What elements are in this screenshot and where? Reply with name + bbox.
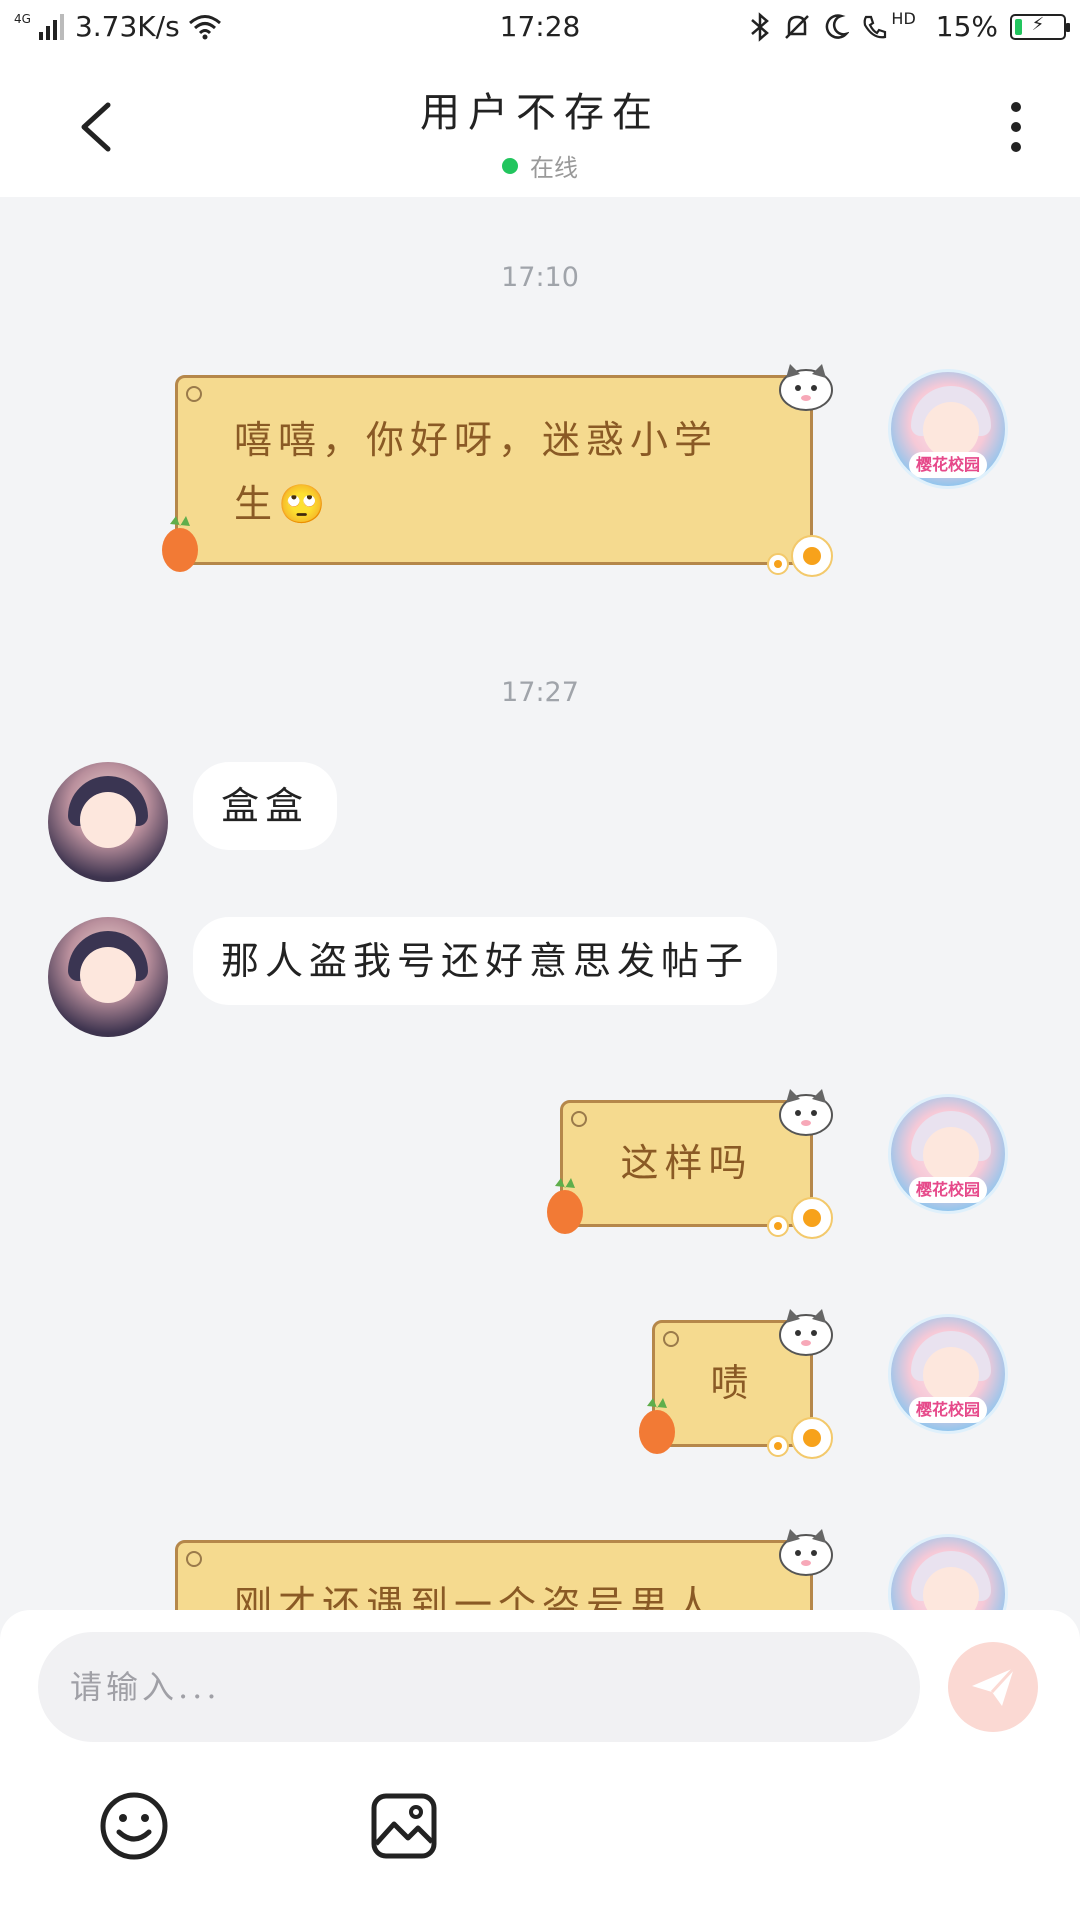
battery-icon: ⚡: [1010, 13, 1070, 40]
avatar-face: [923, 402, 979, 458]
pin-icon: [571, 1111, 587, 1127]
pin-icon: [186, 1551, 202, 1567]
avatar-self[interactable]: 樱花校园: [888, 1094, 1008, 1214]
avatar-other[interactable]: [48, 917, 168, 1037]
battery-percent: 15%: [935, 10, 998, 43]
online-status: 在线: [0, 148, 1080, 183]
avatar-other[interactable]: [48, 762, 168, 882]
avatar-badge: 樱花校园: [909, 1177, 987, 1203]
mute-bell-icon: [785, 14, 810, 39]
message-bubble-other[interactable]: 那人盗我号还好意思发帖子: [193, 917, 778, 1005]
message-bubble-self[interactable]: 啧: [639, 1309, 833, 1459]
emoji-icon: [100, 1792, 168, 1860]
cat-sticker-icon: [779, 364, 833, 411]
pin-icon: [186, 386, 202, 402]
emoji-button[interactable]: [98, 1790, 170, 1862]
egg-flower-icon: [767, 1417, 833, 1459]
hd-call-icon: [863, 15, 887, 38]
egg-flower-icon: [767, 1197, 833, 1239]
carrot-sticker-icon: [162, 516, 198, 572]
message-text: 嘻嘻，你好呀，迷惑小学生🙄: [234, 418, 719, 526]
avatar-badge: 樱花校园: [909, 452, 987, 478]
carrot-sticker-icon: [639, 1398, 675, 1454]
status-bar: 4G 3.73K/s 17:28 HD 15% ⚡: [0, 0, 1080, 52]
image-button[interactable]: [368, 1790, 440, 1862]
avatar-face: [923, 1347, 979, 1403]
cat-sticker-icon: [779, 1089, 833, 1136]
hd-label: HD: [891, 9, 916, 28]
carrot-sticker-icon: [547, 1178, 583, 1234]
more-options-button[interactable]: [996, 97, 1036, 157]
message-bubble-self[interactable]: 刚才还遇到一个盗号男人: [175, 1529, 833, 1610]
chat-header: 用户不存在 在线: [0, 52, 1080, 197]
chat-title: 用户不存在: [420, 90, 660, 136]
avatar-badge: 樱花校园: [909, 1397, 987, 1423]
cat-sticker-icon: [779, 1309, 833, 1356]
online-label: 在线: [530, 154, 578, 182]
send-button[interactable]: [948, 1642, 1038, 1732]
cat-sticker-icon: [779, 1529, 833, 1576]
message-bubble-self[interactable]: 这样吗: [547, 1089, 833, 1239]
message-list[interactable]: 17:10 嘻嘻，你好呀，迷惑小学生🙄 樱花校园 17:27 盒盒 那人盗我号还…: [0, 197, 1080, 1610]
status-right: HD 15% ⚡: [749, 9, 1070, 43]
timestamp: 17:27: [501, 677, 579, 708]
avatar-self[interactable]: [888, 1534, 1008, 1610]
avatar-face: [923, 1127, 979, 1183]
avatar-self[interactable]: 樱花校园: [888, 369, 1008, 489]
message-bubble-self[interactable]: 嘻嘻，你好呀，迷惑小学生🙄: [162, 364, 833, 577]
online-dot: [502, 157, 518, 174]
message-text: 刚才还遇到一个盗号男人: [234, 1583, 719, 1610]
image-icon: [371, 1793, 437, 1859]
egg-flower-icon: [767, 535, 833, 577]
charging-bolt-icon: ⚡: [1031, 13, 1045, 35]
send-icon: [972, 1666, 1016, 1706]
bluetooth-icon: [751, 11, 770, 42]
more-vertical-icon: [1011, 102, 1021, 152]
pin-icon: [663, 1331, 679, 1347]
avatar-face: [80, 947, 136, 1003]
avatar-self[interactable]: 樱花校园: [888, 1314, 1008, 1434]
moon-icon: [826, 13, 850, 39]
avatar-face: [80, 792, 136, 848]
message-input[interactable]: [38, 1632, 920, 1742]
message-composer: [0, 1610, 1080, 1920]
message-bubble-other[interactable]: 盒盒: [193, 762, 338, 850]
title-block: 用户不存在 在线: [0, 80, 1080, 183]
timestamp: 17:10: [501, 262, 579, 293]
